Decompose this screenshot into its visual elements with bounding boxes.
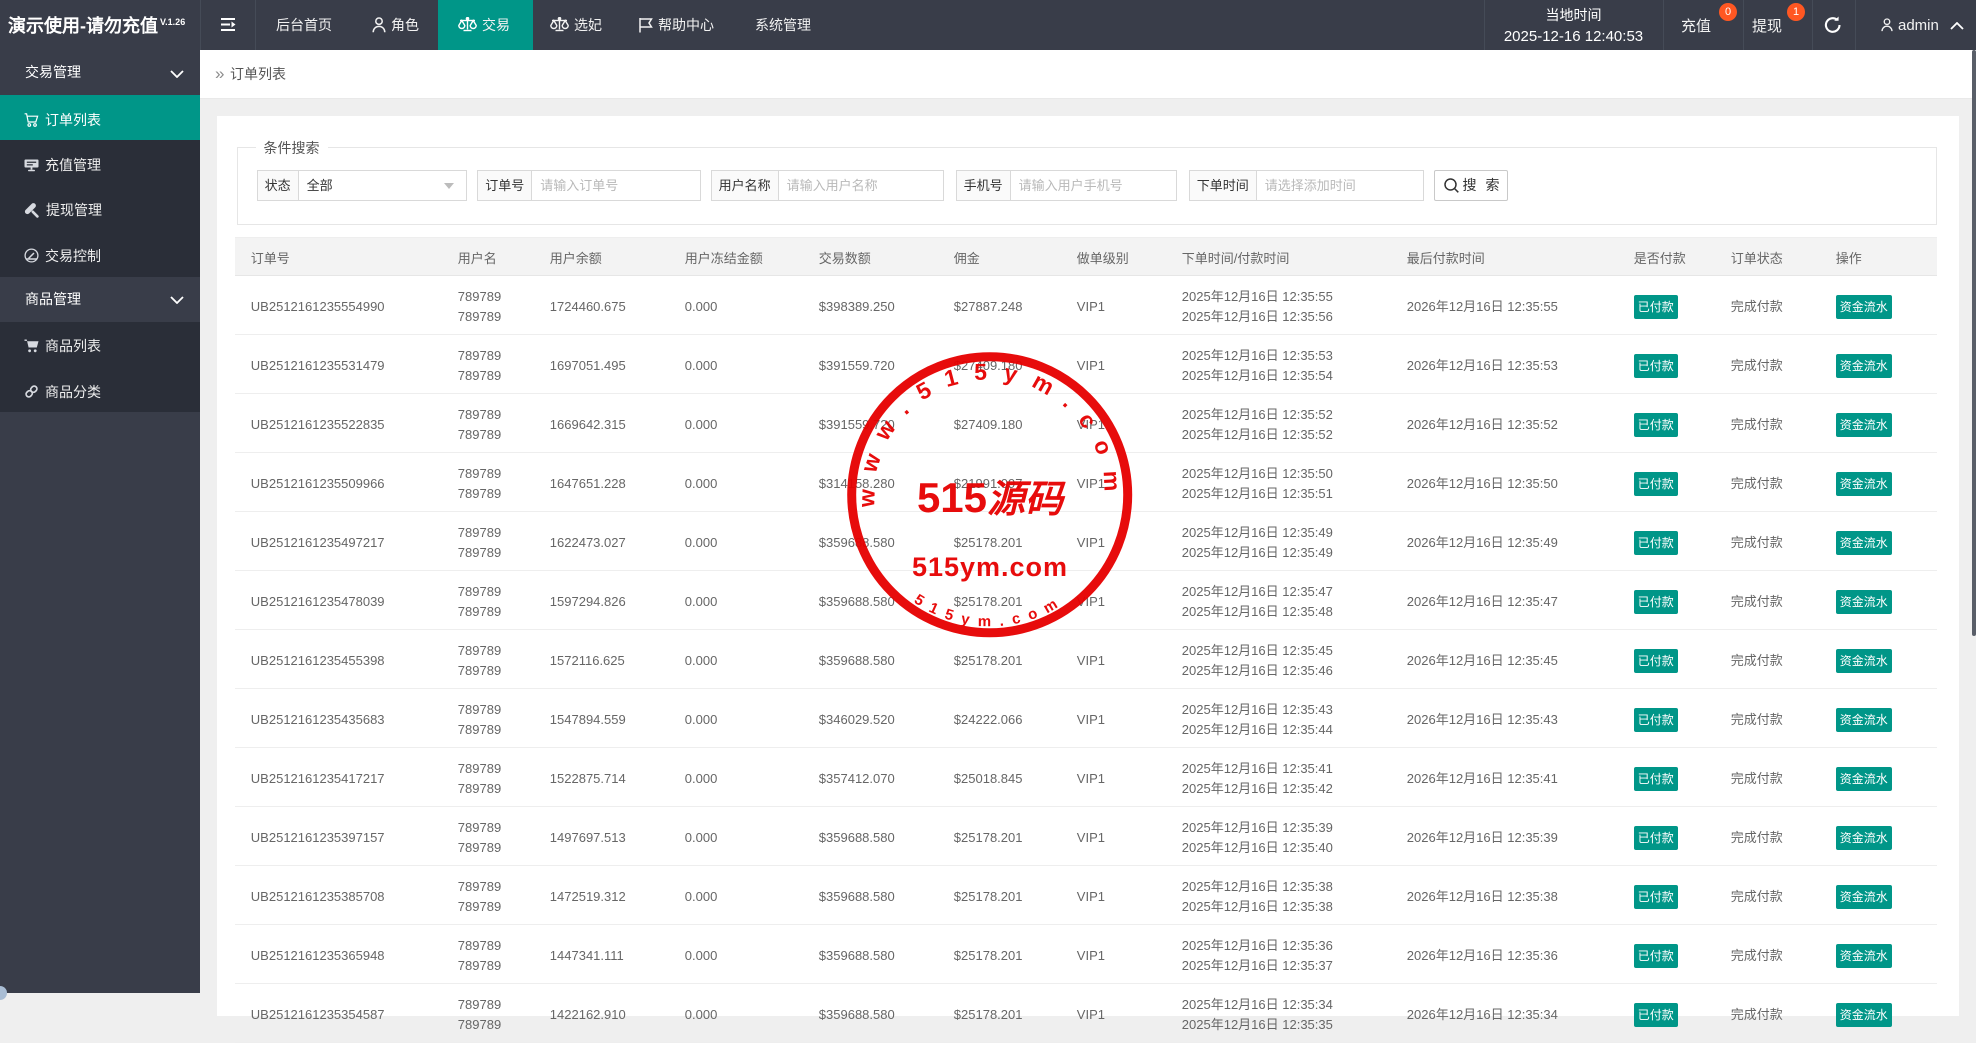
svg-text:515ym.com: 515ym.com [912,552,1068,582]
svg-text:515源码: 515源码 [917,474,1066,521]
